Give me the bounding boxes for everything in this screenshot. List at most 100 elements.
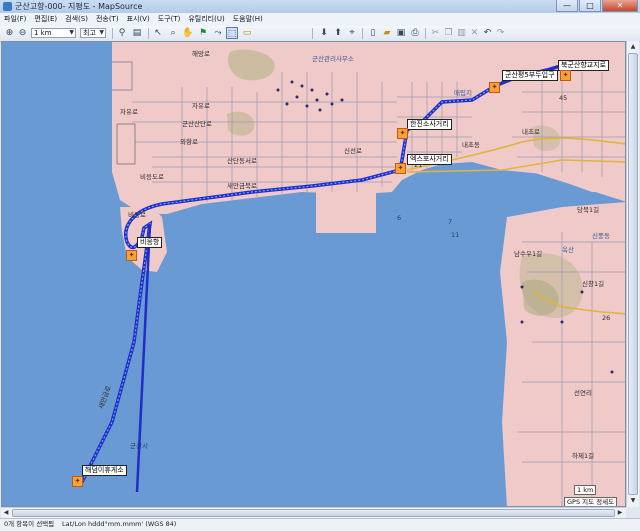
delete-icon[interactable]: ✕ <box>469 27 480 39</box>
save-file-icon[interactable]: ▣ <box>395 27 407 39</box>
depth-label: 11 <box>451 231 460 239</box>
toolbar-separator <box>362 28 363 39</box>
redo-icon[interactable]: ↷ <box>495 27 506 39</box>
chevron-down-icon: ▼ <box>99 29 104 36</box>
copy-icon[interactable]: ❐ <box>443 27 454 39</box>
waypoint-marker-icon[interactable]: ✦ <box>72 476 83 487</box>
menu-transfer[interactable]: 전송(T) <box>92 13 123 26</box>
map-label: 해망로 <box>192 50 210 58</box>
depth-label: 6 <box>397 214 402 222</box>
chevron-down-icon: ▼ <box>69 29 74 36</box>
scale-bar: 1 km <box>574 485 597 495</box>
waypoint-callout[interactable]: 해덤이휴게소 <box>82 465 127 476</box>
map-label: 비응로 <box>128 211 146 219</box>
waypoint-marker-icon[interactable]: ✦ <box>126 250 137 261</box>
scroll-down-icon[interactable]: ▼ <box>628 496 638 506</box>
map-canvas <box>80 42 625 506</box>
waypoint-callout[interactable]: 군산평5부두입구 <box>502 70 558 81</box>
selection-status: 0개 항목이 선택됨 <box>4 520 55 528</box>
minimize-button[interactable]: — <box>556 0 578 12</box>
close-button[interactable]: ✕ <box>602 0 638 12</box>
menu-tools[interactable]: 도구(T) <box>154 13 185 26</box>
title-bar: 군산고항-000- 지평도 - MapSource — □ ✕ <box>0 0 640 14</box>
map-label: 군산산단로 <box>182 120 212 128</box>
waypoint-marker-icon[interactable]: ✦ <box>560 70 571 81</box>
waypoint-callout[interactable]: 한진소사거리 <box>407 119 452 130</box>
map-label: 자유로 <box>120 108 138 116</box>
map-label: 새만금북로 <box>227 182 257 190</box>
menu-file[interactable]: 파일(F) <box>0 13 30 26</box>
coordinate-format: Lat/Lon hddd°mm.mmm' (WGS 84) <box>62 520 177 528</box>
hand-tool-icon[interactable]: ✋ <box>182 27 194 39</box>
toolbar-separator <box>425 28 426 39</box>
map-label: 남수우1길 <box>514 250 543 258</box>
waypoint-callout[interactable]: 비응항 <box>137 237 163 248</box>
map-label: 자유로 <box>192 102 210 110</box>
map-label: 산단동서로 <box>227 157 257 165</box>
menu-find[interactable]: 검색(S) <box>61 13 92 26</box>
map-label: 하제1길 <box>572 452 595 460</box>
vertical-scrollbar[interactable]: ▲ ▼ <box>626 41 639 507</box>
map-detail-icon[interactable]: ▤ <box>131 27 143 39</box>
menu-utilities[interactable]: 유틸리티(U) <box>184 13 228 26</box>
toolbar-separator <box>112 28 113 39</box>
app-icon <box>3 2 12 11</box>
print-icon[interactable]: ⎙ <box>409 27 421 39</box>
undo-icon[interactable]: ↶ <box>482 27 493 39</box>
zoom-tool-icon[interactable]: ⌕ <box>167 27 179 39</box>
detail-select[interactable]: 최고 ▼ <box>80 28 106 38</box>
map-label: 비응도로 <box>140 173 164 181</box>
cut-icon[interactable]: ✂ <box>430 27 441 39</box>
waypoint-marker-icon[interactable]: ✦ <box>395 163 406 174</box>
horizontal-scrollbar[interactable]: ◀ ▶ <box>1 507 626 518</box>
gps-find-icon[interactable]: ⌖ <box>346 27 358 39</box>
binoculars-icon[interactable]: ⚲ <box>116 27 128 39</box>
menu-view[interactable]: 표시(V) <box>123 13 154 26</box>
scroll-right-icon[interactable]: ▶ <box>615 508 625 518</box>
harbour-pier <box>116 123 136 165</box>
selection-tool-icon[interactable]: ↖ <box>152 27 164 39</box>
route-tool-icon[interactable]: ⤳ <box>212 27 224 39</box>
toolbar-separator <box>148 28 149 39</box>
gps-send-icon[interactable]: ⬆ <box>332 27 344 39</box>
window-title: 군산고항-000- 지평도 - MapSource <box>15 2 143 11</box>
zoom-out-icon[interactable]: ⊖ <box>17 27 28 39</box>
waypoint-marker-icon[interactable]: ✦ <box>397 128 408 139</box>
track-tool-icon[interactable]: ⬚ <box>226 27 238 39</box>
new-file-icon[interactable]: ▯ <box>367 27 379 39</box>
waypoint-callout[interactable]: 엑스포사거리 <box>407 154 452 165</box>
toolbar-separator <box>312 28 313 39</box>
map-label: 내초로 <box>522 128 540 136</box>
scroll-up-icon[interactable]: ▲ <box>628 42 638 52</box>
map-label: 당북1길 <box>577 206 600 214</box>
zoom-in-icon[interactable]: ⊕ <box>4 27 15 39</box>
paste-icon[interactable]: ▥ <box>456 27 467 39</box>
map-label: 신풍동 <box>592 232 610 240</box>
distance-tool-icon[interactable]: ▭ <box>241 27 253 39</box>
scrollbar-thumb[interactable] <box>12 509 615 517</box>
maximize-button[interactable]: □ <box>579 0 601 12</box>
window-controls: — □ ✕ <box>555 0 638 13</box>
zoom-scale-value: 1 km <box>34 29 52 37</box>
map-label: 군산관리사무소 <box>312 55 354 63</box>
zoom-scale-select[interactable]: 1 km ▼ <box>31 28 76 38</box>
waypoint-tool-icon[interactable]: ⚑ <box>197 27 209 39</box>
waypoint-marker-icon[interactable]: ✦ <box>489 82 500 93</box>
map-label: 26 <box>602 314 611 322</box>
reclaimed-block <box>316 188 376 233</box>
open-file-icon[interactable]: ▰ <box>381 27 393 39</box>
menu-edit[interactable]: 편집(E) <box>30 13 61 26</box>
detail-value: 최고 <box>83 29 96 37</box>
scrollbar-thumb[interactable] <box>628 53 638 495</box>
depth-label: 7 <box>448 218 453 226</box>
map-label: 외항로 <box>180 138 198 146</box>
map-credit: GPS 지도 정세도 <box>564 497 618 506</box>
menu-help[interactable]: 도움말(H) <box>229 13 267 26</box>
menu-bar: 파일(F) 편집(E) 검색(S) 전송(T) 표시(V) 도구(T) 유틸리티… <box>0 13 640 26</box>
map-label: 신선로 <box>344 147 362 155</box>
scroll-left-icon[interactable]: ◀ <box>1 508 11 518</box>
toolbar: ⊕ ⊖ 1 km ▼ 최고 ▼ ⚲ ▤ ↖ ⌕ ✋ ⚑ ⤳ ⬚ ▭ ⬇ ⬆ ⌖ ▯ … <box>0 26 640 42</box>
gps-receive-icon[interactable]: ⬇ <box>318 27 330 39</box>
map-view[interactable]: 해망로 군산관리사무소 자유로 자유로 군산산단로 외항로 산단동서로 새만금북… <box>1 41 626 507</box>
map-label: 매립지 <box>454 89 472 97</box>
